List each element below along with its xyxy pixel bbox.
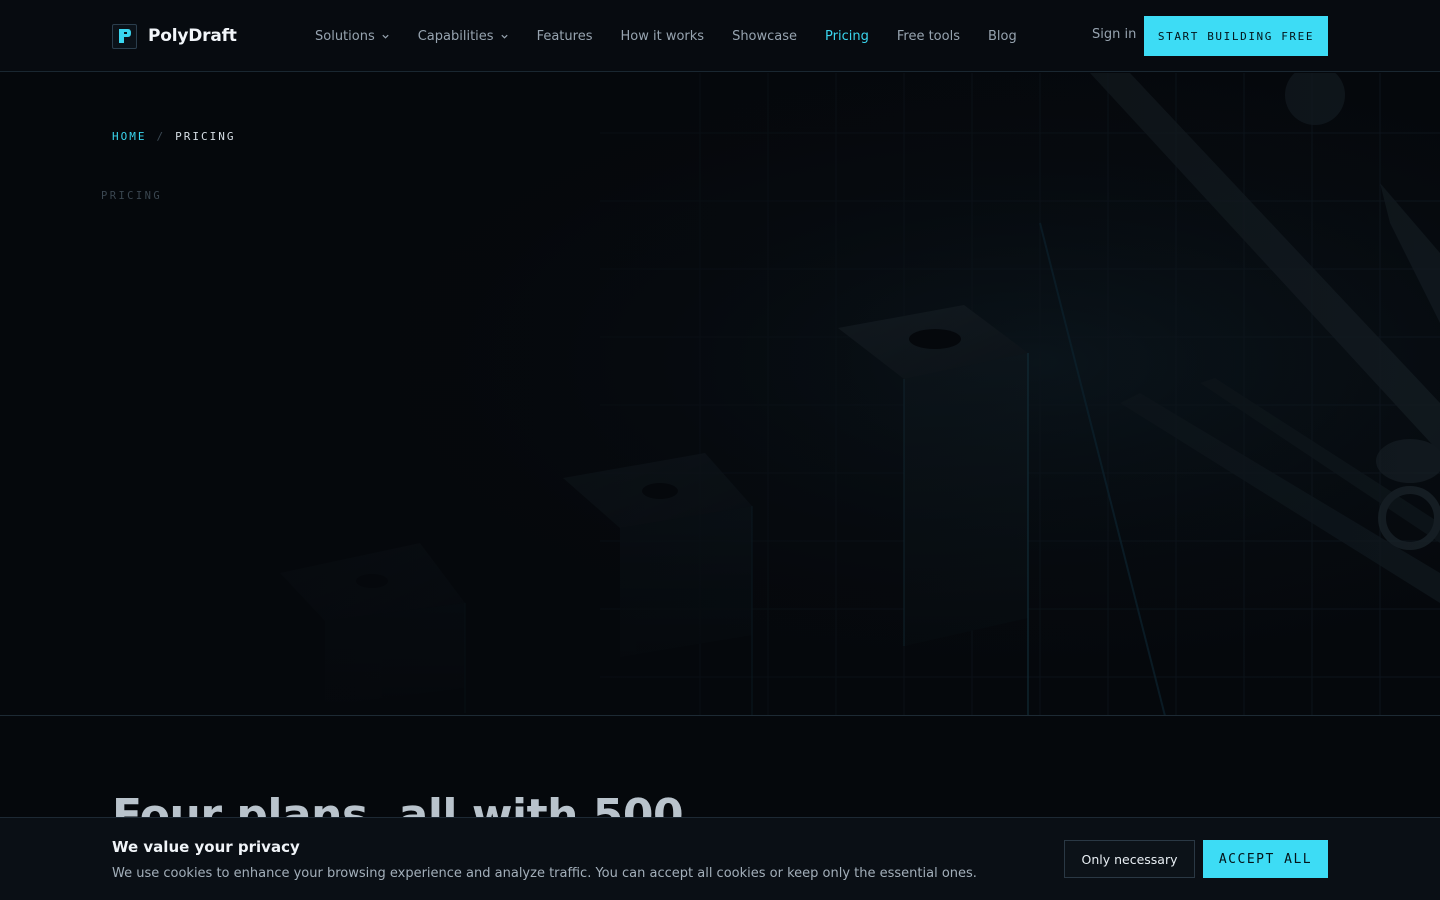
top-navigation: PolyDraft Solutions Capabilities Feature…	[0, 0, 1440, 72]
accept-all-button[interactable]: ACCEPT ALL	[1203, 840, 1328, 878]
nav-item-how-it-works[interactable]: How it works	[620, 29, 704, 44]
breadcrumb: HOME / PRICING	[112, 130, 235, 143]
breadcrumb-separator: /	[156, 130, 166, 143]
nav-item-pricing[interactable]: Pricing	[825, 29, 869, 44]
hero-eyebrow: PRICING	[101, 190, 163, 202]
sign-in-link[interactable]: Sign in	[1092, 27, 1136, 42]
nav-item-label: Blog	[987, 28, 1017, 44]
nav-item-label: Solutions	[315, 28, 375, 44]
polydraft-logo-icon	[112, 23, 137, 49]
main-nav: Solutions Capabilities Features How it w…	[315, 0, 1045, 72]
nav-item-label: Showcase	[732, 28, 798, 44]
hero-background-illustration	[0, 73, 1440, 715]
nav-item-showcase[interactable]: Showcase	[732, 29, 797, 44]
chevron-down-icon	[500, 34, 508, 39]
cookie-consent-banner: We value your privacy We use cookies to …	[0, 817, 1440, 900]
nav-item-blog[interactable]: Blog	[988, 29, 1017, 44]
nav-item-label: Features	[536, 28, 593, 44]
nav-item-label: Pricing	[825, 28, 869, 44]
cookie-banner-text: We use cookies to enhance your browsing …	[112, 866, 977, 881]
only-necessary-button[interactable]: Only necessary	[1064, 840, 1195, 878]
start-building-free-button[interactable]: START BUILDING FREE	[1144, 16, 1328, 56]
nav-item-free-tools[interactable]: Free tools	[897, 29, 960, 44]
nav-item-solutions[interactable]: Solutions	[315, 29, 390, 44]
breadcrumb-home-link[interactable]: HOME	[112, 130, 147, 143]
brand-name: PolyDraft	[148, 26, 237, 46]
nav-item-label: How it works	[620, 28, 705, 44]
pricing-hero: HOME / PRICING PRICING	[0, 73, 1440, 716]
brand-logo-link[interactable]: PolyDraft	[112, 23, 237, 49]
nav-item-label: Capabilities	[417, 28, 494, 44]
nav-item-features[interactable]: Features	[537, 29, 593, 44]
nav-item-capabilities[interactable]: Capabilities	[418, 29, 509, 44]
nav-item-label: Free tools	[896, 28, 960, 44]
breadcrumb-current: PRICING	[175, 130, 236, 143]
cookie-banner-title: We value your privacy	[112, 838, 300, 856]
chevron-down-icon	[382, 34, 389, 39]
